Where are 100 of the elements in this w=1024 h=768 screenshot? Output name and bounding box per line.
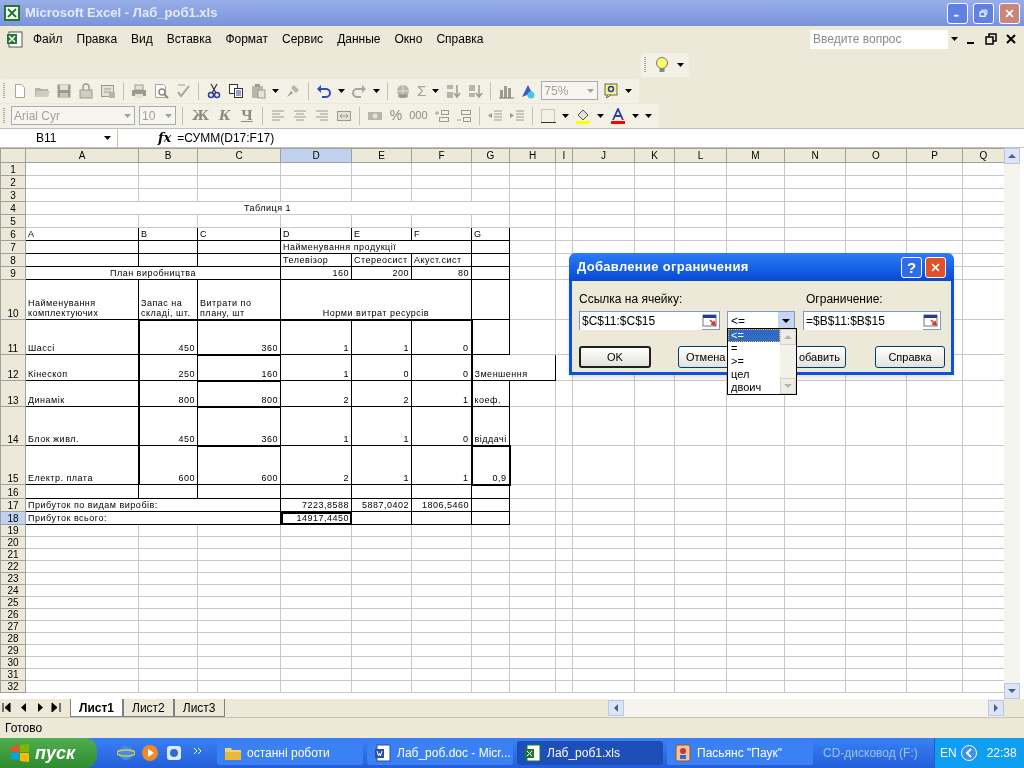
borders-icon[interactable]	[539, 107, 556, 124]
start-button[interactable]: пуск	[0, 738, 97, 768]
collapse-dialog-icon[interactable]	[923, 313, 939, 328]
print-preview-icon[interactable]	[153, 82, 169, 99]
column-header[interactable]: G	[471, 148, 510, 163]
taskbar-button[interactable]: Лаб_роб.doc - Micr...	[367, 741, 513, 765]
column-header[interactable]: N	[784, 148, 846, 163]
help-icon[interactable]	[603, 82, 620, 99]
horizontal-scrollbar[interactable]	[608, 699, 1004, 717]
caret-icon[interactable]	[950, 37, 958, 41]
caret-icon[interactable]	[373, 88, 380, 93]
column-header[interactable]: B	[138, 148, 198, 163]
column-header[interactable]: P	[906, 148, 963, 163]
menu-item[interactable]: Файл	[26, 30, 70, 48]
caret-icon[interactable]	[677, 63, 684, 67]
column-header[interactable]: H	[509, 148, 556, 163]
font-color-icon[interactable]	[609, 107, 626, 124]
scroll-right-icon[interactable]	[988, 700, 1004, 716]
row-header[interactable]: 14	[0, 406, 26, 446]
check-icon[interactable]	[175, 82, 191, 99]
row-header[interactable]: 12	[0, 354, 26, 381]
row-header[interactable]: 15	[0, 445, 26, 485]
taskbar-button[interactable]: останні роботи	[217, 741, 363, 765]
grip-handle[interactable]	[3, 106, 6, 125]
scroll-left-icon[interactable]	[608, 700, 624, 716]
caret-icon[interactable]	[561, 113, 569, 118]
column-header[interactable]: D	[280, 148, 352, 163]
scroll-up-icon[interactable]	[1004, 148, 1020, 164]
grip-handle[interactable]	[644, 56, 647, 74]
globe-e-icon[interactable]	[117, 744, 135, 762]
scissors-icon[interactable]	[206, 82, 222, 99]
redo-icon[interactable]	[351, 82, 367, 99]
sort-descending-icon[interactable]	[467, 82, 484, 99]
menu-item[interactable]: Справка	[429, 30, 491, 48]
caret-icon[interactable]	[625, 88, 633, 93]
decrease-decimal-icon[interactable]	[455, 107, 472, 124]
menu-item[interactable]: Данные	[330, 30, 388, 48]
column-header[interactable]: C	[197, 148, 281, 163]
menu-item[interactable]: Формат	[218, 30, 276, 48]
list-item[interactable]: <=	[728, 329, 780, 342]
increase-decimal-icon[interactable]	[433, 107, 450, 124]
taskbar-button[interactable]: Лаб_роб1.xls	[517, 741, 663, 765]
name-box[interactable]: B11	[0, 129, 118, 147]
column-header[interactable]: E	[351, 148, 412, 163]
menu-item[interactable]: Окно	[387, 30, 430, 48]
dialog-button[interactable]: OK	[579, 346, 651, 368]
caret-icon[interactable]	[596, 113, 604, 118]
outdent-icon[interactable]	[486, 107, 503, 124]
clipboard-icon[interactable]	[250, 82, 266, 99]
dialog-button[interactable]: Справка	[875, 346, 945, 368]
light-bulb-icon[interactable]	[654, 56, 670, 74]
globe-icon[interactable]	[395, 82, 411, 99]
lock-icon[interactable]	[78, 82, 94, 99]
menu-item[interactable]: Правка	[69, 30, 125, 48]
chevron-icon[interactable]	[193, 746, 203, 756]
caret-icon[interactable]	[338, 88, 345, 93]
row-header[interactable]: 10	[0, 279, 26, 320]
constraint-field[interactable]: =$B$11:$B$15	[803, 311, 941, 330]
list-item[interactable]: цел	[728, 368, 780, 381]
save-icon[interactable]	[56, 82, 72, 99]
grip-handle[interactable]	[3, 81, 6, 100]
help-button[interactable]: ?	[901, 256, 922, 278]
caret-icon[interactable]	[104, 136, 111, 140]
menu-item[interactable]: Вид	[124, 30, 160, 48]
media-player-icon[interactable]	[141, 744, 159, 762]
close-icon[interactable]	[1004, 32, 1018, 46]
restore-icon[interactable]	[984, 32, 998, 46]
caret-icon[interactable]	[272, 88, 279, 93]
active-cell[interactable]: 14917,4450	[280, 511, 352, 525]
column-header[interactable]: O	[845, 148, 907, 163]
document-icon[interactable]	[100, 82, 116, 99]
column-header[interactable]: M	[726, 148, 785, 163]
collapse-dialog-icon[interactable]	[702, 313, 718, 328]
indent-icon[interactable]	[508, 107, 525, 124]
tab-scroll-icon[interactable]	[49, 700, 63, 716]
brush-icon[interactable]	[285, 82, 301, 99]
copy-icon[interactable]	[228, 82, 244, 99]
row-header[interactable]: 11	[0, 319, 26, 355]
print-icon[interactable]	[131, 82, 147, 99]
caret-icon[interactable]	[432, 88, 440, 93]
sheet-tab[interactable]: Лист3	[173, 699, 225, 717]
column-header[interactable]: J	[572, 148, 635, 163]
workbook-icon[interactable]	[6, 30, 24, 48]
insert-function-button[interactable]: fx	[156, 128, 174, 148]
taskbar-button[interactable]: Пасьянс "Паук"	[667, 741, 813, 765]
sort-ascending-icon[interactable]	[445, 82, 462, 99]
column-header[interactable]: F	[411, 148, 472, 163]
sheet-tab[interactable]: Лист1	[70, 699, 124, 717]
cell-reference-field[interactable]: $C$11:$C$15	[579, 311, 720, 330]
menu-item[interactable]: Вставка	[159, 30, 219, 48]
column-header[interactable]: K	[634, 148, 675, 163]
column-header[interactable]: A	[25, 148, 139, 163]
scroll-down-icon[interactable]	[1004, 683, 1020, 699]
menu-item[interactable]: Сервис	[275, 30, 331, 48]
sheet-tab[interactable]: Лист2	[123, 699, 174, 717]
app-icon[interactable]	[165, 744, 183, 762]
column-header[interactable]: Q	[962, 148, 1004, 163]
paint-bucket-icon[interactable]	[574, 107, 591, 124]
row-header[interactable]: 13	[0, 380, 26, 407]
vertical-scrollbar[interactable]	[1004, 148, 1020, 699]
